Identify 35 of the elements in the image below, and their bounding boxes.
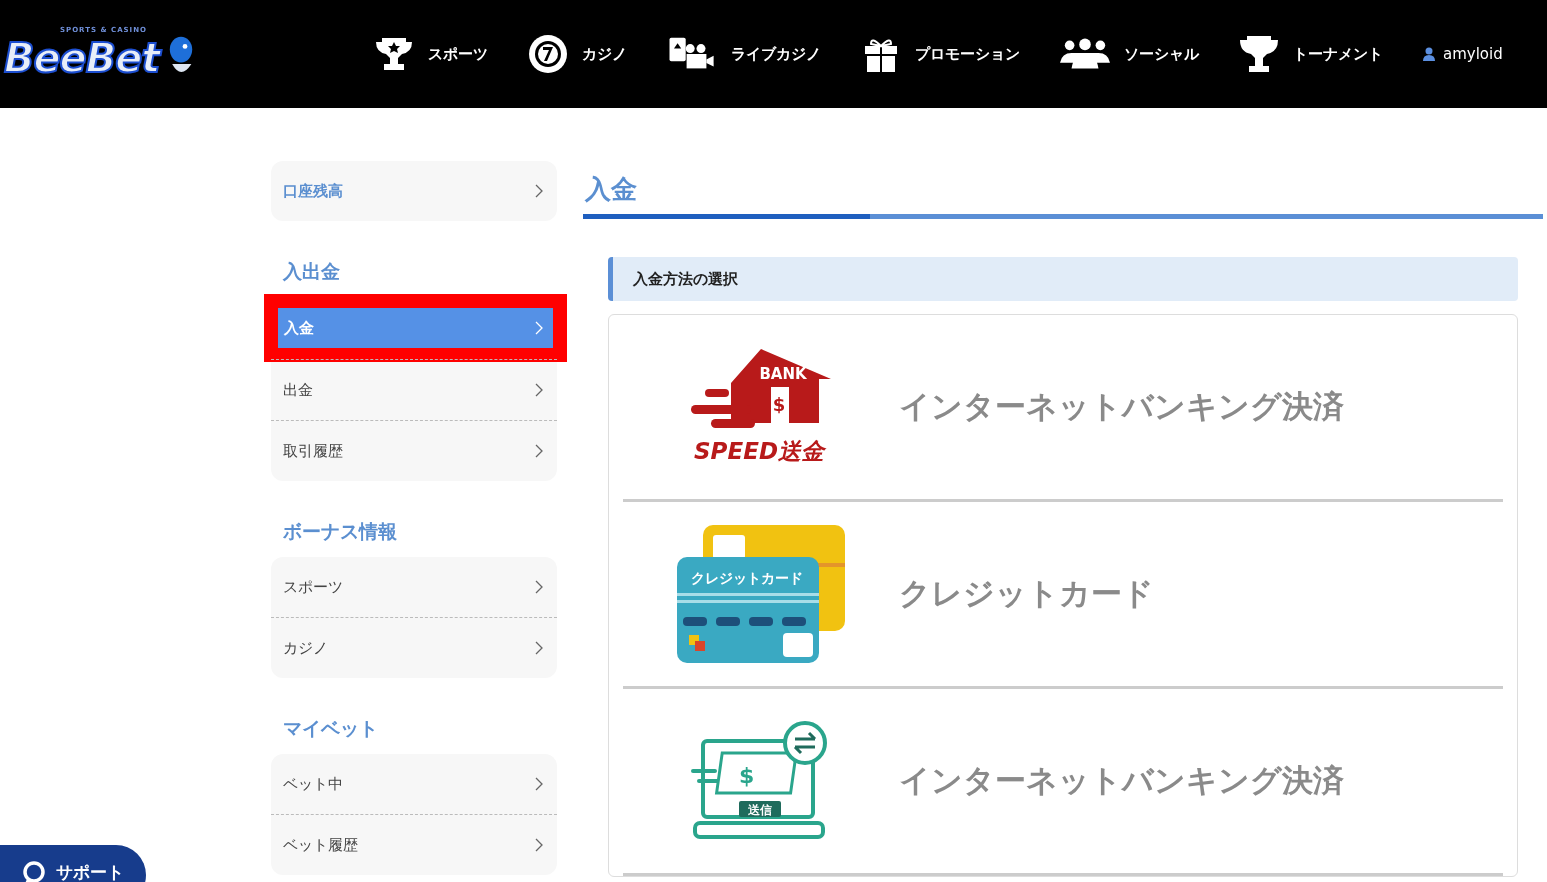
payment-method[interactable]: BANK $ SPEED送金 インターネットバンキング決済 [623, 315, 1503, 502]
chevron-right-icon [535, 641, 543, 655]
chevron-right-icon [535, 838, 543, 852]
section-header: 入金方法の選択 [608, 257, 1518, 301]
sidebar-item[interactable]: ベット履歴 [271, 815, 557, 875]
nav-link[interactable]: トーナメント [1239, 34, 1383, 74]
nav-link[interactable]: ライブカジノ [667, 36, 821, 72]
payment-method[interactable]: $ 送信 インターネットバンキング決済 [623, 689, 1503, 876]
page-title: 入金 [585, 173, 638, 206]
nav-link[interactable]: ソーシャル [1060, 36, 1199, 72]
sidebar-heading: ボーナス情報 [282, 519, 398, 544]
user-icon [1423, 47, 1435, 61]
sidebar-item[interactable]: ベット中 [271, 754, 557, 814]
nav-link[interactable]: スポーツ [374, 34, 488, 74]
bank-speed-logo: BANK $ SPEED送金 [691, 347, 831, 467]
support-button[interactable]: サポート [0, 845, 146, 882]
nav-link[interactable]: カジノ [528, 34, 627, 74]
sidebar-heading: マイベット [282, 716, 379, 741]
chevron-right-icon [535, 184, 543, 198]
credit-card-drawing: クレジットカード [675, 523, 847, 665]
user-account-link[interactable]: amyloid [1423, 45, 1503, 63]
sidebar-item[interactable]: スポーツ [271, 557, 557, 617]
sidebar-heading: 入出金 [281, 259, 341, 284]
sidebar-item[interactable]: 出金 [271, 360, 557, 420]
sidebar-item[interactable]: 取引履歴 [271, 421, 557, 481]
chevron-right-icon [535, 444, 543, 458]
trophy-icon [1239, 34, 1279, 74]
sidebar-item[interactable]: カジノ [271, 618, 557, 678]
chevron-right-icon [535, 321, 543, 335]
chevron-right-icon [535, 777, 543, 791]
nav-link[interactable]: プロモーション [861, 34, 1020, 74]
chevron-right-icon [535, 580, 543, 594]
casino-chip-icon [528, 34, 568, 74]
chevron-right-icon [535, 383, 543, 397]
chat-bubble-icon [22, 861, 46, 882]
